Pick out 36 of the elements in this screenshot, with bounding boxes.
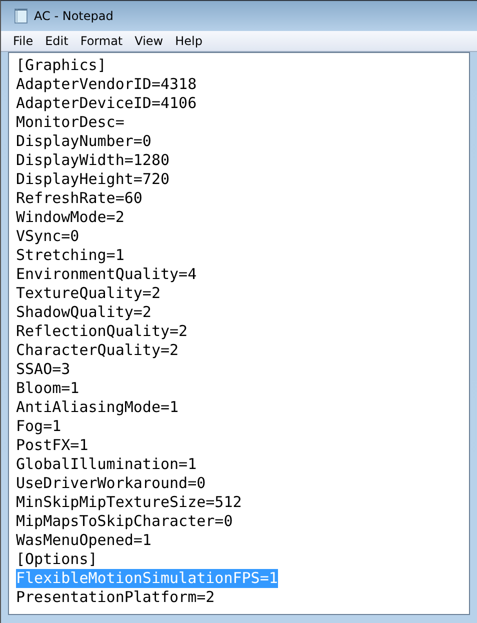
- notepad-icon: [14, 8, 28, 24]
- window-title: AC - Notepad: [34, 9, 114, 23]
- text-line: UseDriverWorkaround=0: [16, 474, 206, 493]
- text-line: [Graphics]: [16, 56, 106, 75]
- text-line: CharacterQuality=2: [16, 341, 179, 360]
- text-line: Stretching=1: [16, 246, 124, 265]
- text-line: GlobalIllumination=1: [16, 455, 197, 474]
- text-line: EnvironmentQuality=4: [16, 265, 197, 284]
- text-line: PostFX=1: [16, 436, 88, 455]
- text-line: AdapterVendorID=4318: [16, 75, 197, 94]
- text-line: ShadowQuality=2: [16, 303, 152, 322]
- text-line: DisplayWidth=1280: [16, 151, 170, 170]
- text-line: AdapterDeviceID=4106: [16, 94, 197, 113]
- text-line: Bloom=1: [16, 379, 80, 398]
- menu-item[interactable]: Edit: [39, 33, 74, 49]
- text-line: VSync=0: [16, 227, 80, 246]
- text-line: TextureQuality=2: [16, 284, 160, 303]
- text-area[interactable]: [8, 52, 470, 615]
- text-line: RefreshRate=60: [16, 189, 142, 208]
- text-line: DisplayHeight=720: [16, 170, 170, 189]
- text-line: MonitorDesc=: [16, 113, 124, 132]
- text-line: ReflectionQuality=2: [16, 322, 188, 341]
- text-line: DisplayNumber=0: [16, 132, 152, 151]
- text-line: [Options]: [16, 550, 98, 569]
- menu-item[interactable]: Help: [169, 33, 208, 49]
- menu-item[interactable]: File: [7, 33, 40, 49]
- menu-item[interactable]: Format: [74, 33, 129, 49]
- text-line: SSAO=3: [16, 360, 70, 379]
- text-line: WasMenuOpened=1: [16, 531, 152, 550]
- text-line: MinSkipMipTextureSize=512: [16, 493, 242, 512]
- text-line: PresentationPlatform=2: [16, 588, 215, 607]
- text-line: MipMapsToSkipCharacter=0: [16, 512, 233, 531]
- text-line: Fog=1: [16, 417, 62, 436]
- text-line: AntiAliasingMode=1: [16, 398, 179, 417]
- menu-item[interactable]: View: [128, 33, 170, 49]
- text-line: WindowMode=2: [16, 208, 124, 227]
